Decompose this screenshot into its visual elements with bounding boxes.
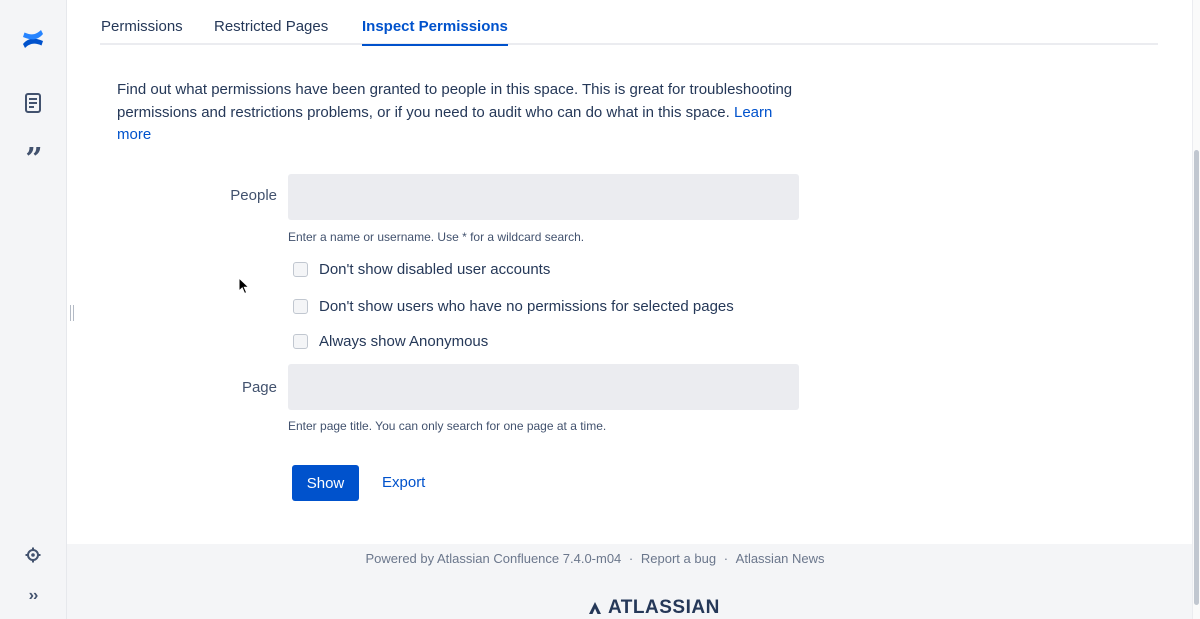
checkbox-hide-disabled-users[interactable]: Don't show disabled user accounts bbox=[293, 261, 550, 278]
checkbox-always-show-anonymous[interactable]: Always show Anonymous bbox=[293, 333, 488, 350]
sidebar-nav-rail: ” ›› bbox=[0, 0, 67, 619]
checkbox-hide-no-permission-users[interactable]: Don't show users who have no permissions… bbox=[293, 298, 734, 315]
expand-sidebar-icon[interactable]: ›› bbox=[20, 583, 46, 609]
tab-permissions[interactable]: Permissions bbox=[101, 18, 183, 44]
checkbox[interactable] bbox=[293, 299, 308, 314]
report-bug-link[interactable]: Report a bug bbox=[641, 551, 716, 566]
blog-quote-icon[interactable]: ” bbox=[20, 142, 46, 175]
atlassian-news-link[interactable]: Atlassian News bbox=[736, 551, 825, 566]
checkbox[interactable] bbox=[293, 334, 308, 349]
footer-separator: · bbox=[628, 551, 634, 566]
people-input[interactable] bbox=[288, 174, 799, 220]
scrollbar-thumb[interactable] bbox=[1194, 150, 1199, 605]
footer-separator: · bbox=[723, 551, 729, 566]
atlassian-wordmark: ATLASSIAN bbox=[608, 597, 720, 618]
show-button[interactable]: Show bbox=[292, 465, 359, 501]
scrollbar[interactable] bbox=[1192, 0, 1200, 619]
resize-handle[interactable] bbox=[70, 305, 74, 321]
people-hint: Enter a name or username. Use * for a wi… bbox=[288, 230, 585, 244]
page-input[interactable] bbox=[288, 364, 799, 410]
checkbox[interactable] bbox=[293, 262, 308, 277]
intro-description: Find out what permissions have been gran… bbox=[117, 79, 797, 147]
checkbox-label: Don't show users who have no permissions… bbox=[319, 298, 734, 315]
confluence-logo-icon[interactable] bbox=[20, 26, 46, 52]
footer-links: Powered by Atlassian Confluence 7.4.0-m0… bbox=[0, 551, 1190, 566]
page-hint: Enter page title. You can only search fo… bbox=[288, 419, 607, 433]
page-label: Page bbox=[241, 379, 277, 396]
people-label: People bbox=[230, 187, 277, 204]
tab-restricted-pages[interactable]: Restricted Pages bbox=[214, 18, 328, 44]
checkbox-label: Don't show disabled user accounts bbox=[319, 261, 551, 278]
intro-text: Find out what permissions have been gran… bbox=[117, 81, 793, 121]
export-link[interactable]: Export bbox=[382, 474, 425, 491]
powered-by-text: Powered by Atlassian Confluence 7.4.0-m0… bbox=[365, 551, 622, 566]
atlassian-logo-icon bbox=[589, 602, 601, 614]
tab-inspect-permissions[interactable]: Inspect Permissions bbox=[362, 18, 508, 46]
atlassian-brand: ATLASSIAN bbox=[588, 597, 720, 619]
checkbox-label: Always show Anonymous bbox=[319, 333, 489, 350]
pages-icon[interactable] bbox=[20, 90, 46, 116]
permissions-tabs: Permissions Restricted Pages Inspect Per… bbox=[100, 0, 1158, 46]
mouse-pointer-icon bbox=[238, 276, 250, 300]
